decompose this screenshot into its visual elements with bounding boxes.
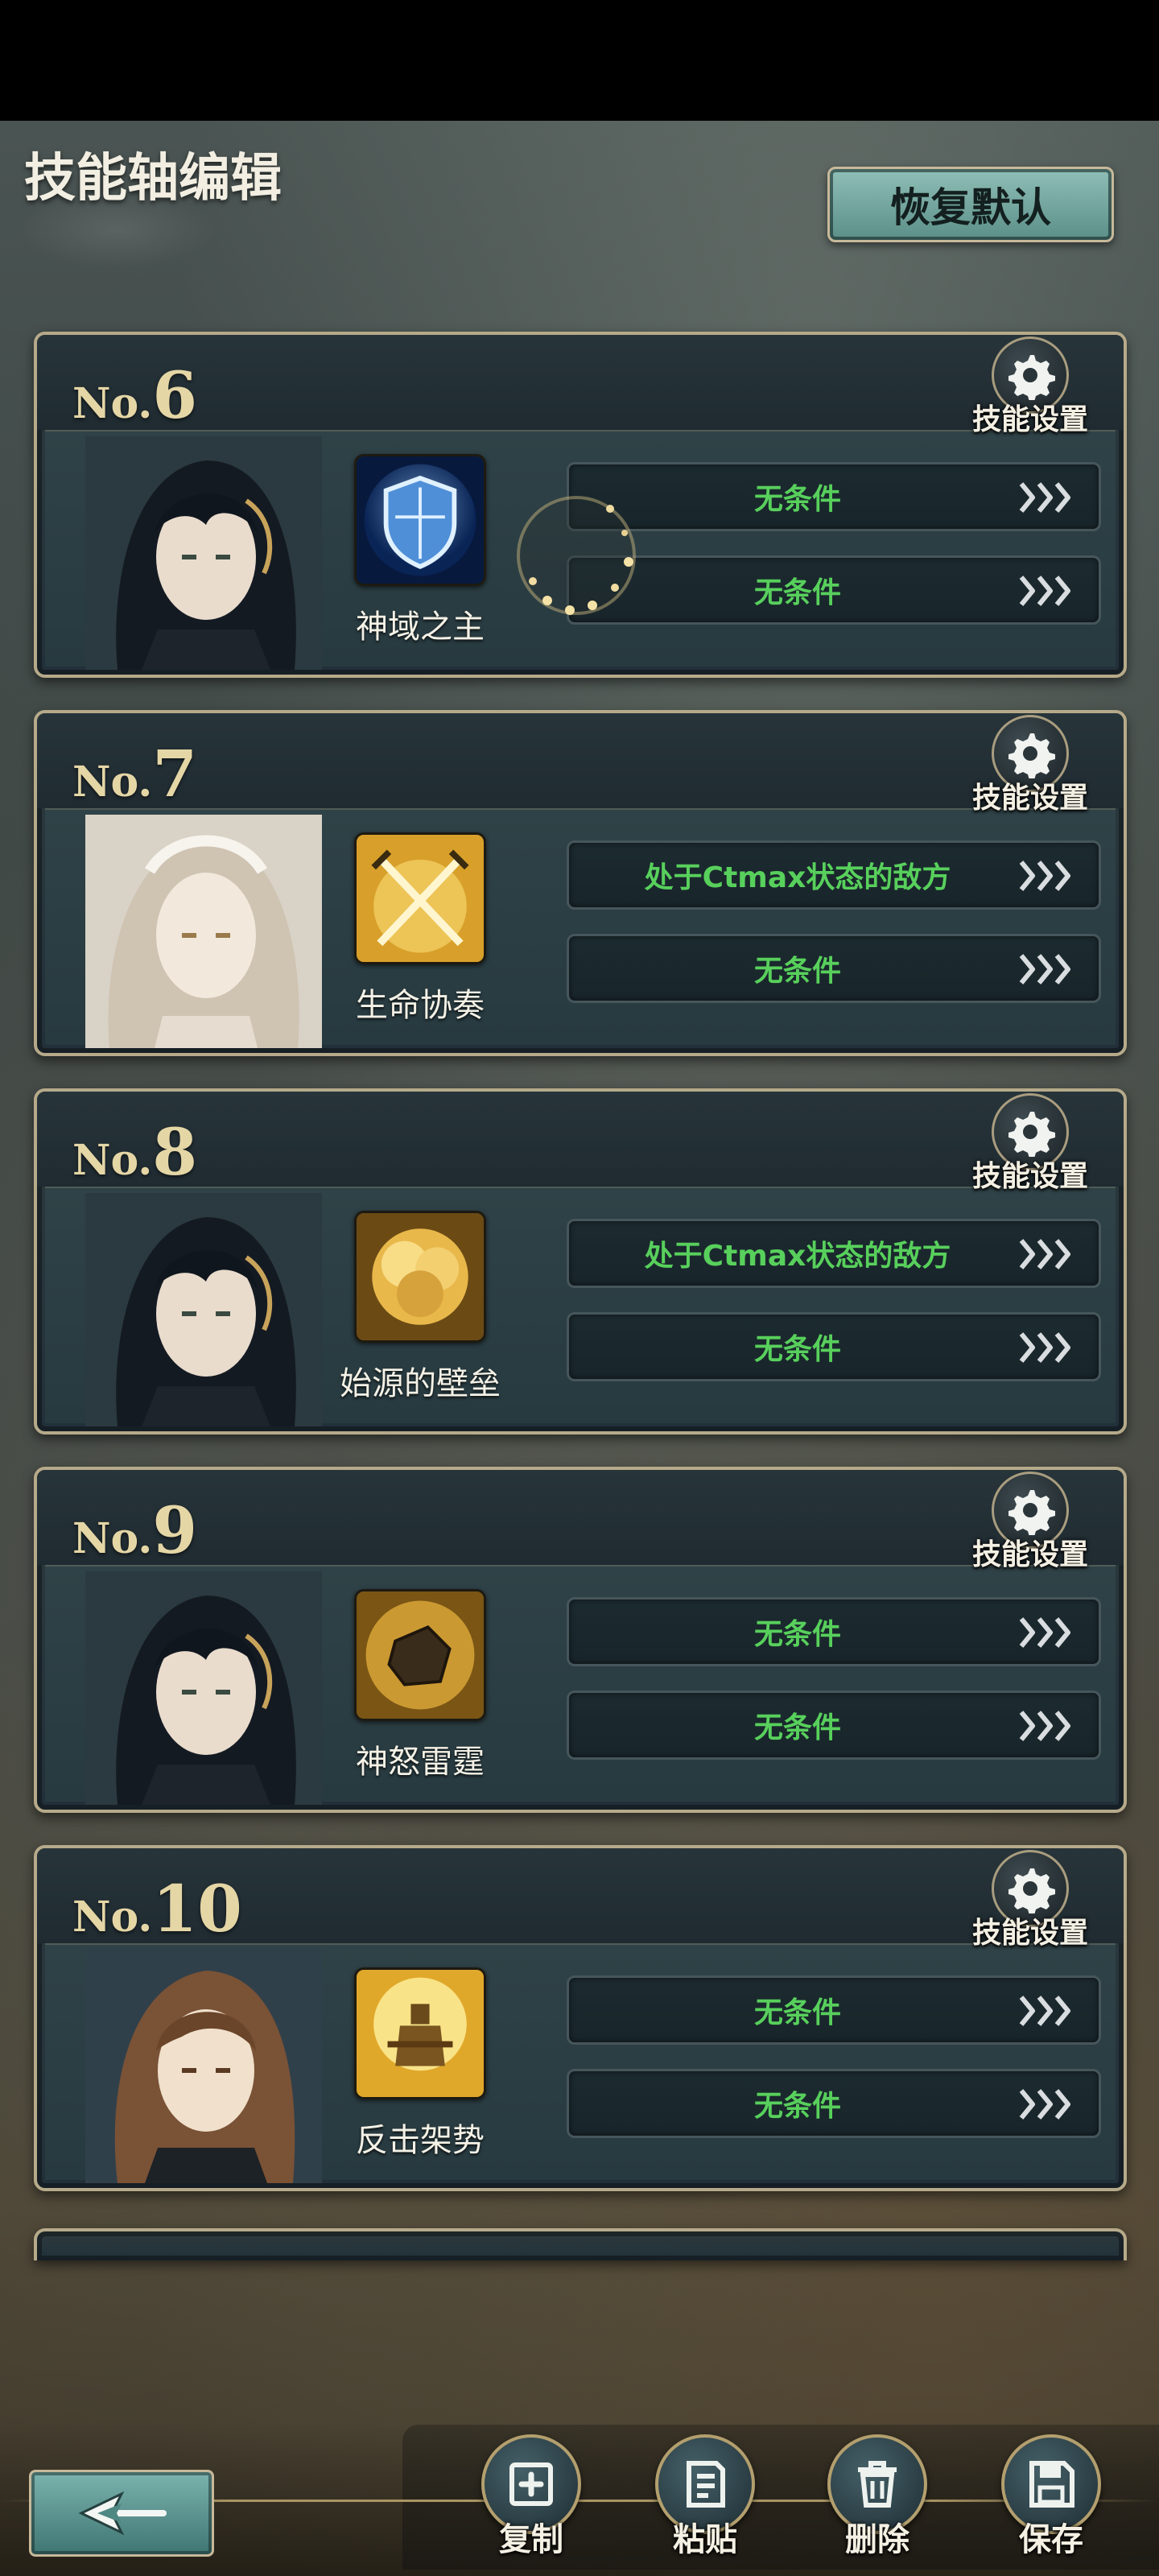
- condition-2-text: 无条件: [753, 2090, 841, 2123]
- card-number-prefix: No.: [72, 1893, 153, 1942]
- skill-settings-label: 技能设置: [971, 403, 1088, 436]
- skill-settings-button[interactable]: 技能设置: [958, 335, 1103, 441]
- card-number-prefix: No.: [72, 1136, 153, 1185]
- skill-name: 始源的壁垒: [340, 1365, 501, 1402]
- triple-chevron-icon: [1018, 1614, 1081, 1651]
- shield-icon[interactable]: [354, 454, 486, 586]
- condition-1-button[interactable]: 处于Ctmax状态的敌方: [567, 840, 1101, 910]
- golden-burst-icon[interactable]: [354, 1211, 486, 1343]
- skill-settings-button[interactable]: 技能设置: [958, 1092, 1103, 1198]
- card-number-prefix: No.: [72, 1514, 153, 1563]
- card-number: No.9: [72, 1492, 197, 1568]
- condition-1-text: 无条件: [753, 1996, 841, 2029]
- card-number-prefix: No.: [72, 758, 153, 807]
- triple-chevron-icon: [1018, 479, 1081, 516]
- condition-1-text: 处于Ctmax状态的敌方: [644, 1240, 951, 1273]
- save-icon: [1029, 2461, 1074, 2508]
- condition-1-text: 无条件: [753, 1618, 841, 1651]
- triple-chevron-icon: [1018, 857, 1081, 894]
- skill-settings-button[interactable]: 技能设置: [958, 713, 1103, 819]
- delete-label: 删除: [845, 2521, 909, 2558]
- skill-settings-label: 技能设置: [971, 1538, 1088, 1571]
- triple-chevron-icon: [1018, 1992, 1081, 2029]
- status-bar: [0, 0, 1159, 121]
- skill-name: 反击架势: [356, 2122, 485, 2159]
- card-number-value: 10: [152, 1871, 242, 1946]
- skill-card: No.10 反击架势 无条件 无条件 技能设置: [34, 1845, 1127, 2191]
- card-number-value: 7: [152, 736, 198, 811]
- card-number-value: 6: [152, 357, 198, 433]
- knight-stance-icon[interactable]: [354, 1967, 486, 2099]
- card-number: No.8: [72, 1114, 197, 1190]
- character-portrait[interactable]: [85, 436, 322, 670]
- back-button[interactable]: [29, 2470, 214, 2557]
- paste-icon: [687, 2461, 725, 2508]
- condition-1-button[interactable]: 无条件: [567, 1597, 1101, 1666]
- condition-2-text: 无条件: [753, 955, 841, 988]
- skill-card: No.8 始源的壁垒 处于Ctmax状态的敌方 无条件 技能设置: [34, 1088, 1127, 1435]
- triple-chevron-icon: [1018, 1236, 1081, 1273]
- page-title: 技能轴编辑: [24, 148, 282, 208]
- restore-default-button[interactable]: 恢复默认: [827, 167, 1114, 242]
- copy-label: 复制: [499, 2521, 563, 2558]
- condition-1-button[interactable]: 无条件: [567, 1975, 1101, 2045]
- card-number: No.7: [72, 736, 197, 811]
- skill-settings-button[interactable]: 技能设置: [958, 1848, 1103, 1955]
- character-portrait[interactable]: [85, 1571, 322, 1805]
- condition-2-button[interactable]: 无条件: [567, 1312, 1101, 1381]
- save-label: 保存: [1019, 2521, 1083, 2558]
- skill-name: 生命协奏: [356, 987, 485, 1024]
- skill-settings-label: 技能设置: [971, 1917, 1088, 1950]
- condition-2-text: 无条件: [753, 1711, 841, 1744]
- skill-settings-button[interactable]: 技能设置: [958, 1470, 1103, 1576]
- card-number-value: 9: [152, 1492, 198, 1568]
- character-portrait[interactable]: [85, 1950, 322, 2183]
- triple-chevron-icon: [1018, 2086, 1081, 2123]
- back-arrow-icon: [78, 2491, 167, 2536]
- crossed-swords-icon[interactable]: [354, 832, 486, 964]
- condition-1-text: 处于Ctmax状态的敌方: [644, 861, 951, 894]
- card-number: No.6: [72, 357, 197, 433]
- paste-button[interactable]: 粘贴: [649, 2431, 761, 2576]
- boulder-strike-icon[interactable]: [354, 1589, 486, 1721]
- paste-label: 粘贴: [673, 2521, 737, 2558]
- trash-icon: [858, 2461, 897, 2508]
- card-number-prefix: No.: [72, 379, 153, 428]
- condition-2-text: 无条件: [753, 1333, 841, 1366]
- condition-2-button[interactable]: 无条件: [567, 2069, 1101, 2138]
- copy-icon: [509, 2462, 553, 2506]
- delete-button[interactable]: 删除: [821, 2431, 934, 2576]
- skill-card: No.9 神怒雷霆 无条件 无条件 技能设置: [34, 1467, 1127, 1813]
- skill-card: No.7 生命协奏 处于Ctmax状态的敌方 无条件 技能设置: [34, 710, 1127, 1056]
- condition-2-button[interactable]: 无条件: [567, 934, 1101, 1003]
- triple-chevron-icon: [1018, 951, 1081, 988]
- save-button[interactable]: 保存: [995, 2431, 1107, 2576]
- card-partial: [34, 2228, 1127, 2260]
- triple-chevron-icon: [1018, 1707, 1081, 1744]
- loading-ring: [517, 496, 636, 615]
- card-number-value: 8: [152, 1114, 198, 1190]
- triple-chevron-icon: [1018, 572, 1081, 609]
- condition-2-button[interactable]: 无条件: [567, 1690, 1101, 1760]
- character-portrait[interactable]: [85, 1193, 322, 1426]
- condition-1-button[interactable]: 处于Ctmax状态的敌方: [567, 1219, 1101, 1288]
- card-number: No.10: [72, 1871, 242, 1946]
- triple-chevron-icon: [1018, 1329, 1081, 1366]
- skill-name: 神怒雷霆: [356, 1744, 485, 1781]
- skill-settings-label: 技能设置: [971, 782, 1088, 815]
- skill-settings-label: 技能设置: [971, 1160, 1088, 1193]
- copy-button[interactable]: 复制: [475, 2431, 588, 2576]
- skill-name: 神域之主: [356, 609, 485, 646]
- character-portrait[interactable]: [85, 815, 322, 1048]
